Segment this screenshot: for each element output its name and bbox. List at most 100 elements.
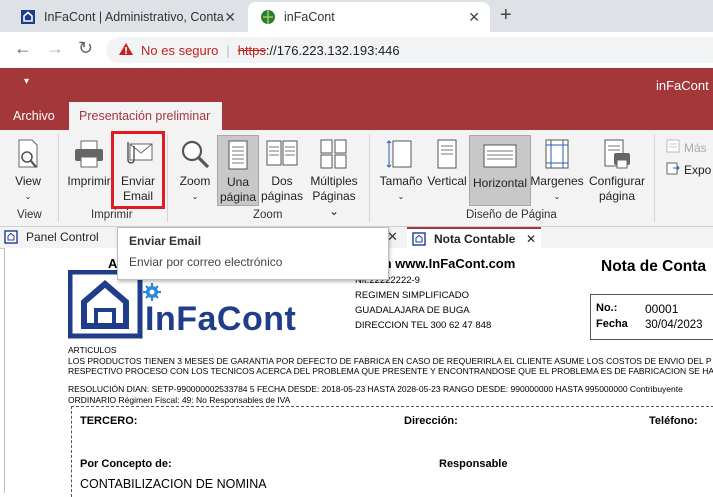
page-setup-button[interactable]: Configurar página bbox=[586, 134, 648, 204]
zoom-button[interactable]: Zoom ⌄ bbox=[174, 134, 216, 204]
number-value: 00001 bbox=[645, 302, 679, 316]
one-page-label-line1: Una bbox=[226, 175, 249, 189]
group-label-zoom: Zoom bbox=[253, 209, 283, 221]
logo-text: InFaCont bbox=[145, 300, 297, 338]
warning-icon bbox=[118, 42, 134, 59]
gear-icon bbox=[142, 282, 162, 302]
number-label: No.: bbox=[596, 302, 618, 314]
send-email-label-line2: Email bbox=[122, 189, 153, 203]
document-number-box bbox=[590, 294, 713, 340]
tooltip-title: Enviar Email bbox=[129, 234, 202, 248]
close-tab-icon[interactable]: ✕ bbox=[526, 232, 536, 246]
group-label-view: View bbox=[17, 209, 42, 221]
multiple-pages-label-line2: Páginas ⌄ bbox=[312, 189, 356, 218]
portrait-page-icon bbox=[435, 134, 459, 174]
export-button[interactable]: Expo bbox=[666, 161, 711, 178]
landscape-button[interactable]: Horizontal bbox=[469, 135, 531, 206]
concepto-value: CONTABILIZACION DE NOMINA bbox=[80, 477, 267, 491]
infacont-favicon-icon bbox=[20, 9, 36, 25]
app-title: inFaCont bbox=[656, 78, 709, 93]
report-icon bbox=[412, 231, 426, 246]
chevron-down-icon: ⌄ bbox=[553, 192, 561, 201]
close-tab-icon[interactable]: ✕ bbox=[468, 9, 480, 26]
security-status: No es seguro bbox=[141, 42, 219, 58]
company-regimen: REGIMEN SIMPLIFICADO bbox=[355, 290, 470, 301]
multiple-pages-label-line1: Múltiples bbox=[310, 174, 358, 188]
note-line: LOS PRODUCTOS TIENEN 3 MESES DE GARANTIA… bbox=[68, 355, 712, 366]
two-pages-label-line1: Dos bbox=[271, 174, 293, 188]
more-button[interactable]: Más bbox=[666, 139, 707, 156]
address-bar[interactable]: No es seguro | https ://176.223.132.193:… bbox=[106, 37, 713, 63]
zoom-button-label: Zoom bbox=[179, 174, 211, 188]
send-email-button[interactable]: Enviar Email bbox=[111, 131, 165, 209]
one-page-button[interactable]: Una página bbox=[217, 135, 259, 206]
two-pages-icon bbox=[265, 134, 299, 174]
page-setup-label-line2: página bbox=[598, 189, 636, 203]
chevron-down-icon: ⌄ bbox=[191, 192, 199, 201]
url-host: ://176.223.132.193:446 bbox=[265, 42, 400, 58]
telefono-label: Teléfono: bbox=[649, 415, 698, 427]
printer-icon bbox=[73, 134, 105, 174]
two-pages-button[interactable]: Dos páginas bbox=[260, 134, 304, 204]
resolution-line: ORDINARIO Régimen Fiscal: 49: No Respons… bbox=[68, 394, 291, 405]
landscape-page-icon bbox=[482, 136, 518, 176]
ribbon-separator bbox=[369, 134, 370, 222]
reload-button[interactable]: ↻ bbox=[78, 38, 93, 59]
company-info: Nit.22222222-9 REGIMEN SIMPLIFICADO GUAD… bbox=[355, 273, 491, 333]
articles-note: ARTICULOS LOS PRODUCTOS TIENEN 3 MESES D… bbox=[68, 345, 713, 377]
date-value: 30/04/2023 bbox=[645, 319, 703, 331]
close-tab-icon[interactable]: ✕ bbox=[224, 9, 236, 26]
doc-tab-nota-contable[interactable]: Nota Contable ✕ bbox=[407, 227, 541, 248]
size-button-label: Tamaño bbox=[379, 174, 423, 188]
export-icon bbox=[666, 161, 680, 178]
concepto-label: Por Concepto de: bbox=[80, 458, 172, 470]
one-page-label-line2: página bbox=[219, 190, 257, 204]
multiple-pages-icon bbox=[319, 134, 349, 174]
more-button-label: Más bbox=[684, 140, 707, 155]
ribbon-separator bbox=[167, 134, 168, 222]
quick-access-dropdown[interactable]: ▾ bbox=[24, 76, 29, 87]
tercero-label: TERCERO: bbox=[80, 415, 138, 427]
print-button-label: Imprimir bbox=[67, 174, 111, 188]
company-city: GUADALAJARA DE BUGA bbox=[355, 305, 470, 316]
tab-archivo[interactable]: Archivo bbox=[3, 102, 65, 130]
multiple-pages-button[interactable]: Múltiples Páginas ⌄ bbox=[306, 134, 362, 219]
view-button[interactable]: View ⌄ bbox=[6, 134, 50, 204]
print-button[interactable]: Imprimir bbox=[64, 134, 114, 189]
back-button[interactable]: ← bbox=[14, 38, 32, 59]
tab-presentacion-preliminar[interactable]: Presentación preliminar bbox=[69, 102, 222, 130]
portrait-button[interactable]: Vertical bbox=[426, 134, 468, 189]
chevron-down-icon: ⌄ bbox=[397, 192, 405, 201]
direccion-label: Dirección: bbox=[404, 415, 458, 427]
browser-tab-title: inFaCont bbox=[284, 10, 335, 24]
two-pages-label-line2: páginas bbox=[260, 189, 304, 203]
chevron-down-icon: ⌄ bbox=[24, 192, 32, 201]
company-address: DIRECCION TEL 300 62 47 848 bbox=[355, 320, 492, 331]
portrait-button-label: Vertical bbox=[427, 174, 467, 188]
new-tab-button[interactable]: + bbox=[500, 4, 512, 27]
ribbon-separator bbox=[58, 134, 59, 222]
tooltip-description: Enviar por correo electrónico bbox=[129, 255, 283, 269]
globe-favicon-icon bbox=[260, 9, 276, 25]
app-title-bar bbox=[0, 68, 713, 102]
form-icon bbox=[4, 230, 18, 244]
browser-tab-title: InFaCont | Administrativo, Contab bbox=[44, 10, 224, 24]
multiple-pages-label-text: Páginas bbox=[312, 189, 356, 203]
email-attachment-icon bbox=[122, 134, 154, 174]
send-email-tooltip: Enviar Email Enviar por correo electróni… bbox=[117, 227, 389, 280]
resolution-note: RESOLUCIÓN DIAN: SETP-990000002533784 5 … bbox=[68, 384, 683, 405]
doc-tab-panel-control[interactable]: Panel Control bbox=[4, 227, 116, 247]
paper-size-icon bbox=[386, 134, 416, 174]
group-label-imprimir: Imprimir bbox=[91, 209, 133, 221]
size-button[interactable]: Tamaño ⌄ bbox=[376, 134, 426, 204]
browser-tab-infacont-admin[interactable]: InFaCont | Administrativo, Contab ✕ bbox=[8, 2, 246, 32]
resolution-line: RESOLUCIÓN DIAN: SETP-990000002533784 5 … bbox=[68, 384, 683, 394]
one-page-icon bbox=[226, 136, 250, 175]
browser-tab-infacont[interactable]: inFaCont ✕ bbox=[248, 2, 490, 32]
export-button-label: Expo bbox=[684, 162, 712, 177]
ribbon-separator bbox=[654, 134, 655, 222]
group-label-page-design: Diseño de Página bbox=[466, 209, 557, 221]
view-button-label: View bbox=[15, 174, 41, 188]
margins-button[interactable]: Margenes ⌄ bbox=[530, 134, 584, 204]
forward-button[interactable]: → bbox=[46, 38, 64, 59]
